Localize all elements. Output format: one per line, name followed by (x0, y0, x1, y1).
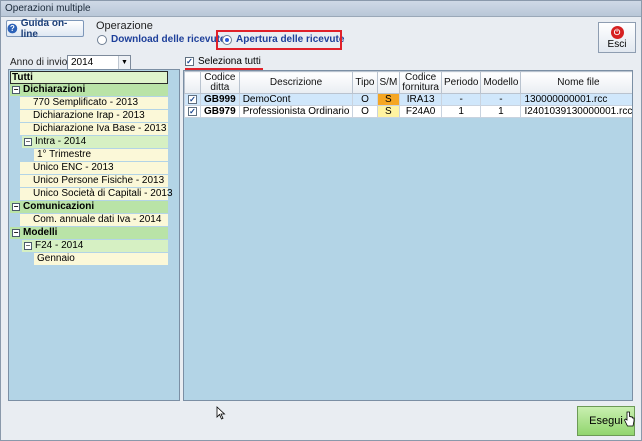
tree-item-label: Dichiarazioni (23, 84, 86, 95)
year-value: 2014 (71, 57, 94, 68)
row-checkbox-cell[interactable]: ✓ (184, 105, 201, 118)
cell-codice: GB999 (200, 93, 240, 106)
cell-descrizione: DemoCont (238, 93, 354, 106)
operazioni-multiple-window: Operazioni multiple ? Guida on-line Oper… (0, 0, 642, 441)
mouse-cursor-icon (216, 406, 226, 420)
tree-item-com-iva[interactable]: Com. annuale dati Iva - 2014 (20, 214, 168, 226)
tree-item-f24[interactable]: − F24 - 2014 (22, 240, 168, 252)
cell-modello: - (480, 93, 522, 106)
tree-item-unico-enc[interactable]: Unico ENC - 2013 (20, 162, 168, 174)
table-header-row: Codice ditta Descrizione Tipo S/M Codice… (184, 71, 632, 94)
header-sm[interactable]: S/M (376, 71, 401, 94)
cell-sm: S (376, 105, 401, 118)
radio-download-label: Download delle ricevute (111, 34, 226, 45)
cell-tipo: O (352, 105, 378, 118)
collapse-icon[interactable]: − (12, 229, 20, 237)
cell-periodo: - (440, 93, 482, 106)
year-select[interactable]: 2014 ▼ (67, 55, 131, 70)
radio-download[interactable]: Download delle ricevute (97, 34, 225, 45)
tree-item-label: F24 - 2014 (35, 240, 84, 251)
cell-sm: S (376, 93, 401, 106)
category-tree[interactable]: Tutti − Dichiarazioni 770 Semplificato -… (8, 69, 180, 401)
header-periodo[interactable]: Periodo (440, 71, 482, 94)
guida-online-label: Guida on-line (20, 17, 68, 40)
guida-online-button[interactable]: ? Guida on-line (6, 17, 84, 40)
apertura-highlight-box (216, 30, 342, 50)
tree-item-label: Modelli (23, 227, 58, 238)
tree-item-gennaio[interactable]: Gennaio (34, 253, 168, 265)
tree-item-unico-pf[interactable]: Unico Persone Fisiche - 2013 (20, 175, 168, 187)
select-all-checkbox[interactable]: ✓ (185, 57, 194, 66)
receipts-grid[interactable]: Codice ditta Descrizione Tipo S/M Codice… (183, 70, 633, 401)
tree-item-label: Comunicazioni (23, 201, 95, 212)
header-tipo[interactable]: Tipo (352, 71, 378, 94)
cell-modello: 1 (480, 105, 522, 118)
operation-label: Operazione (96, 20, 153, 32)
cell-periodo: 1 (440, 105, 482, 118)
window-title: Operazioni multiple (1, 1, 641, 16)
esci-button[interactable]: ⏻ Esci (598, 22, 636, 53)
header-descrizione[interactable]: Descrizione (238, 71, 354, 94)
select-all-label: Seleziona tutti (198, 56, 261, 67)
cell-fornitura: F24A0 (399, 105, 442, 118)
tree-item-label: Intra - 2014 (35, 136, 87, 147)
header-nome-file[interactable]: Nome file (520, 71, 632, 94)
cell-tipo: O (352, 93, 378, 106)
collapse-icon[interactable]: − (24, 242, 32, 250)
table-row[interactable]: ✓ GB999 DemoCont O S IRA13 - - 130000000… (184, 93, 632, 106)
row-checkbox-cell[interactable]: ✓ (184, 93, 201, 106)
tree-item-trimestre[interactable]: 1° Trimestre (34, 149, 168, 161)
select-all[interactable]: ✓ Seleziona tutti (185, 56, 261, 67)
tree-item-dichiarazioni[interactable]: − Dichiarazioni (10, 84, 168, 96)
cell-nome-file: 130000000001.rcc (520, 93, 632, 106)
esegui-label: Esegui (589, 415, 623, 427)
power-icon: ⏻ (610, 25, 624, 39)
title-divider (1, 16, 641, 17)
table-row[interactable]: ✓ GB979 Professionista Ordinario O S F24… (184, 105, 632, 118)
chevron-down-icon[interactable]: ▼ (118, 56, 130, 69)
tree-item-intra[interactable]: − Intra - 2014 (22, 136, 168, 148)
header-modello[interactable]: Modello (480, 71, 522, 94)
cell-descrizione: Professionista Ordinario (238, 105, 354, 118)
tree-item-770[interactable]: 770 Semplificato - 2013 (20, 97, 168, 109)
collapse-icon[interactable]: − (12, 86, 20, 94)
tree-root[interactable]: Tutti (10, 71, 168, 84)
row-checkbox[interactable]: ✓ (188, 95, 197, 104)
header-codice-fornitura[interactable]: Codice fornitura (399, 71, 442, 94)
collapse-icon[interactable]: − (12, 203, 20, 211)
row-checkbox[interactable]: ✓ (188, 107, 197, 116)
esci-label: Esci (607, 38, 627, 50)
hand-cursor-icon (624, 411, 635, 427)
radio-download-circle[interactable] (97, 34, 107, 45)
collapse-icon[interactable]: − (24, 138, 32, 146)
cell-codice: GB979 (200, 105, 240, 118)
help-icon: ? (7, 23, 18, 34)
cell-fornitura: IRA13 (399, 93, 442, 106)
tree-item-iva-base[interactable]: Dichiarazione Iva Base - 2013 (20, 123, 168, 135)
receipts-table: Codice ditta Descrizione Tipo S/M Codice… (184, 71, 632, 118)
svg-text:?: ? (10, 24, 15, 33)
header-codice-ditta[interactable]: Codice ditta (200, 71, 240, 94)
year-label: Anno di invio (10, 57, 68, 68)
cell-nome-file: I2401039130000001.rcc (520, 105, 632, 118)
tree-item-modelli[interactable]: − Modelli (10, 227, 168, 239)
tree-item-irap[interactable]: Dichiarazione Irap - 2013 (20, 110, 168, 122)
header-check (184, 71, 201, 94)
tree-item-comunicazioni[interactable]: − Comunicazioni (10, 201, 168, 213)
tree-item-unico-sc[interactable]: Unico Società di Capitali - 2013 (20, 188, 173, 200)
